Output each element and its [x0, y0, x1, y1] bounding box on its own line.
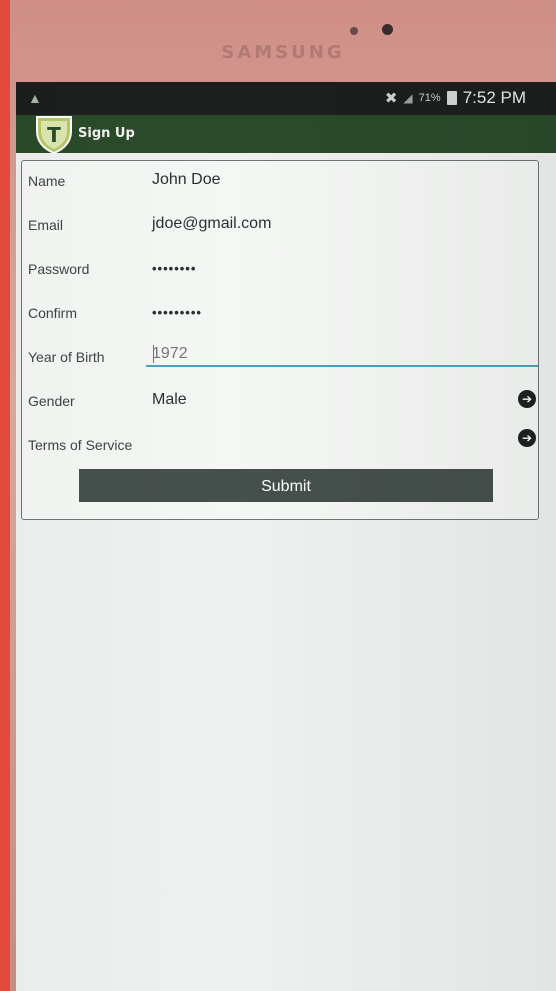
email-row[interactable]: Email jdoe@gmail.com: [22, 205, 538, 245]
gender-label: Gender: [28, 393, 75, 409]
password-row[interactable]: Password ••••••••: [22, 249, 538, 289]
confirm-password-field[interactable]: •••••••••: [152, 305, 202, 320]
sensor-icon: [350, 27, 358, 35]
text-cursor: [153, 345, 154, 363]
terms-arrow-icon[interactable]: ➔: [518, 429, 536, 447]
year-of-birth-label: Year of Birth: [28, 349, 105, 365]
gender-value: Male: [152, 391, 187, 408]
status-icons: ✖ ◢ 71% 7:52 PM: [385, 88, 526, 108]
battery-icon: [446, 91, 457, 105]
gender-row[interactable]: Gender Male ➔: [22, 381, 538, 421]
terms-row[interactable]: Terms of Service ➔: [22, 425, 538, 465]
gender-arrow-icon[interactable]: ➔: [518, 390, 536, 408]
device-brand: SAMSUNG: [221, 42, 345, 63]
name-row[interactable]: Name John Doe: [22, 161, 538, 201]
password-label: Password: [28, 261, 90, 277]
submit-button[interactable]: Submit: [79, 469, 493, 502]
year-of-birth-input[interactable]: [152, 343, 522, 365]
signal-icon: ◢: [403, 91, 413, 105]
email-field[interactable]: jdoe@gmail.com: [152, 215, 271, 233]
terms-label: Terms of Service: [28, 437, 133, 453]
logo-letter: T: [47, 123, 61, 147]
app-bar: T Sign Up: [16, 113, 556, 155]
password-field[interactable]: ••••••••: [152, 261, 196, 276]
confirm-row[interactable]: Confirm •••••••••: [22, 293, 538, 333]
status-bar: ▲ ✖ ◢ 71% 7:52 PM: [16, 82, 556, 115]
name-label: Name: [28, 173, 66, 189]
email-label: Email: [28, 217, 64, 233]
phone-screen: ▲ ✖ ◢ 71% 7:52 PM T Sign Up Name John Do…: [16, 82, 556, 991]
mute-icon: ✖: [384, 90, 398, 107]
year-of-birth-underline: [146, 365, 538, 367]
app-logo-icon[interactable]: T: [34, 113, 74, 155]
name-field[interactable]: John Doe: [152, 171, 221, 189]
signup-form: Name John Doe Email jdoe@gmail.com Passw…: [21, 160, 539, 520]
app-title: Sign Up: [78, 126, 135, 141]
battery-percentage: 71%: [418, 92, 441, 104]
notification-icon: ▲: [28, 90, 42, 106]
status-time: 7:52 PM: [462, 88, 526, 107]
front-camera-icon: [382, 24, 393, 35]
confirm-label: Confirm: [28, 305, 78, 321]
